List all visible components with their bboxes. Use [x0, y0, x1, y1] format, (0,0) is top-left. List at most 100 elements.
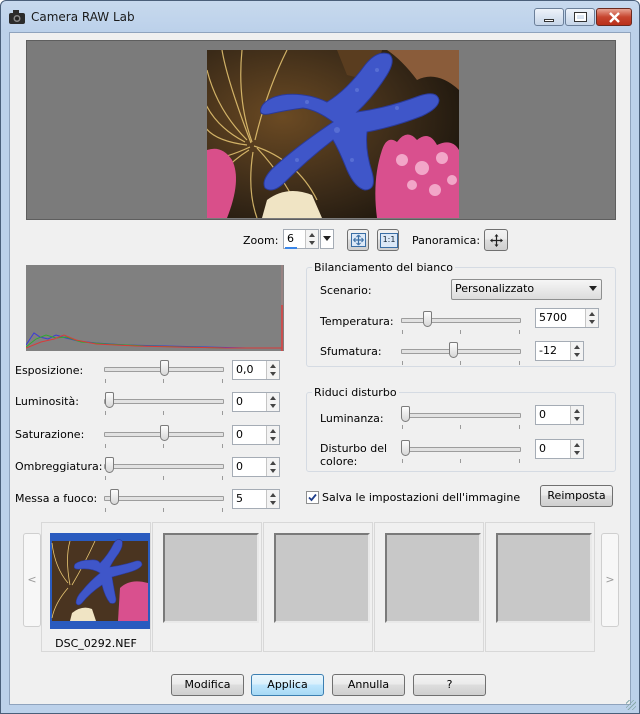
- temperature-slider-thumb[interactable]: [423, 311, 432, 327]
- brightness-slider-thumb[interactable]: [105, 392, 114, 408]
- color-noise-slider[interactable]: [401, 447, 521, 452]
- color-noise-value: 0: [539, 442, 546, 455]
- close-button[interactable]: [596, 8, 632, 26]
- thumbnail-slot-1[interactable]: DSC_0292.NEF: [41, 522, 151, 652]
- empty-thumbnail: [163, 533, 259, 623]
- zoom-spinner[interactable]: [305, 230, 318, 248]
- save-settings-label[interactable]: Salva le impostazioni dell'immagine: [322, 491, 520, 504]
- shadows-slider[interactable]: [104, 464, 224, 469]
- saturation-label: Saturazione:: [15, 428, 85, 441]
- color-noise-spinner[interactable]: [570, 440, 583, 458]
- luminance-input[interactable]: 0: [535, 405, 584, 425]
- saturation-slider-thumb[interactable]: [159, 425, 169, 441]
- sharpen-value: 5: [236, 492, 243, 505]
- help-button[interactable]: ?: [413, 674, 486, 696]
- thumbnail-filename: DSC_0292.NEF: [55, 637, 137, 650]
- title-bar[interactable]: Camera RAW Lab: [1, 1, 639, 33]
- resize-grip[interactable]: [626, 700, 636, 710]
- zoom-dropdown-button[interactable]: [320, 229, 334, 249]
- exposure-label: Esposizione:: [15, 364, 84, 377]
- exposure-spinner[interactable]: [266, 361, 279, 379]
- zoom-progress-indicator: [285, 247, 297, 249]
- minimize-button[interactable]: [534, 8, 564, 26]
- thumbnail-image: [50, 533, 150, 629]
- sharpen-slider[interactable]: [104, 496, 224, 501]
- empty-thumbnail: [385, 533, 481, 623]
- brightness-label: Luminosità:: [15, 395, 79, 408]
- brightness-input[interactable]: 0: [232, 392, 280, 412]
- empty-thumbnail: [496, 533, 592, 623]
- scenario-dropdown[interactable]: Personalizzato: [451, 279, 602, 300]
- tint-label: Sfumatura:: [320, 345, 382, 358]
- pan-button[interactable]: [484, 229, 508, 251]
- thumbnail-slot-4[interactable]: [374, 522, 484, 652]
- tint-slider-thumb[interactable]: [449, 342, 458, 358]
- thumbnail-slot-5[interactable]: [485, 522, 595, 652]
- saturation-input[interactable]: 0: [232, 425, 280, 445]
- tint-value: -12: [539, 344, 557, 357]
- sharpen-label: Messa a fuoco:: [15, 492, 98, 505]
- thumbnail-slot-2[interactable]: [152, 522, 262, 652]
- shadows-label: Ombreggiatura:: [15, 460, 103, 473]
- scenario-value: Personalizzato: [455, 282, 535, 295]
- luminance-slider-thumb[interactable]: [401, 406, 410, 422]
- modify-button[interactable]: Modifica: [171, 674, 244, 696]
- temperature-slider[interactable]: [401, 318, 521, 323]
- reset-button[interactable]: Reimposta: [540, 485, 613, 507]
- temperature-input[interactable]: 5700: [535, 308, 599, 328]
- exposure-slider-thumb[interactable]: [159, 360, 169, 376]
- zoom-input[interactable]: 6: [283, 229, 319, 249]
- shadows-slider-thumb[interactable]: [105, 457, 114, 473]
- color-noise-input[interactable]: 0: [535, 439, 584, 459]
- luminance-label: Luminanza:: [320, 412, 384, 425]
- zoom-value: 6: [287, 232, 294, 245]
- sharpen-input[interactable]: 5: [232, 489, 280, 509]
- camera-icon: [9, 10, 25, 24]
- shadows-spinner[interactable]: [266, 458, 279, 476]
- maximize-button[interactable]: [565, 8, 595, 26]
- shadows-input[interactable]: 0: [232, 457, 280, 477]
- shadows-value: 0: [236, 460, 243, 473]
- brightness-value: 0: [236, 395, 243, 408]
- thumbnail-slot-3[interactable]: [263, 522, 373, 652]
- chevron-down-icon: [323, 236, 331, 241]
- minimize-icon: [544, 19, 554, 22]
- brightness-spinner[interactable]: [266, 393, 279, 411]
- thumbnails-prev-button[interactable]: <: [23, 533, 41, 627]
- chevron-down-icon: [589, 286, 597, 291]
- apply-button[interactable]: Applica: [251, 674, 324, 696]
- saturation-value: 0: [236, 428, 243, 441]
- maximize-icon: [574, 12, 587, 22]
- scenario-label: Scenario:: [320, 284, 372, 297]
- thumbnails-next-button[interactable]: >: [601, 533, 619, 627]
- luminance-slider[interactable]: [401, 413, 521, 418]
- brightness-slider[interactable]: [104, 399, 224, 404]
- window-title: Camera RAW Lab: [31, 10, 135, 24]
- fit-to-window-icon: [351, 233, 366, 247]
- saturation-spinner[interactable]: [266, 426, 279, 444]
- luminance-spinner[interactable]: [570, 406, 583, 424]
- tint-input[interactable]: -12: [535, 341, 584, 361]
- pan-label: Panoramica:: [412, 234, 481, 247]
- dialog-body: Zoom: 6 1:1 Panoramica: Esposizione: 0,0…: [9, 32, 631, 705]
- luminance-value: 0: [539, 408, 546, 421]
- zoom-fit-button[interactable]: [347, 229, 369, 251]
- zoom-one-to-one-button[interactable]: 1:1: [377, 229, 399, 251]
- image-preview[interactable]: [26, 40, 616, 220]
- white-balance-title: Bilanciamento del bianco: [312, 261, 456, 274]
- move-icon: [490, 234, 503, 247]
- exposure-input[interactable]: 0,0: [232, 360, 280, 380]
- save-settings-checkbox[interactable]: [306, 491, 319, 504]
- cancel-button[interactable]: Annulla: [332, 674, 405, 696]
- checkmark-icon: [308, 493, 317, 502]
- color-noise-slider-thumb[interactable]: [401, 440, 410, 456]
- noise-reduction-title: Riduci disturbo: [312, 386, 399, 399]
- sharpen-slider-thumb[interactable]: [110, 489, 120, 505]
- app-window: Camera RAW Lab Zoom: 6 1:1 Panoramica: E…: [0, 0, 640, 714]
- color-noise-label: Disturbo del colore:: [320, 442, 388, 468]
- photo-preview-image: [207, 50, 459, 218]
- tint-slider[interactable]: [401, 349, 521, 354]
- tint-spinner[interactable]: [570, 342, 583, 360]
- temperature-spinner[interactable]: [585, 309, 598, 327]
- sharpen-spinner[interactable]: [266, 490, 279, 508]
